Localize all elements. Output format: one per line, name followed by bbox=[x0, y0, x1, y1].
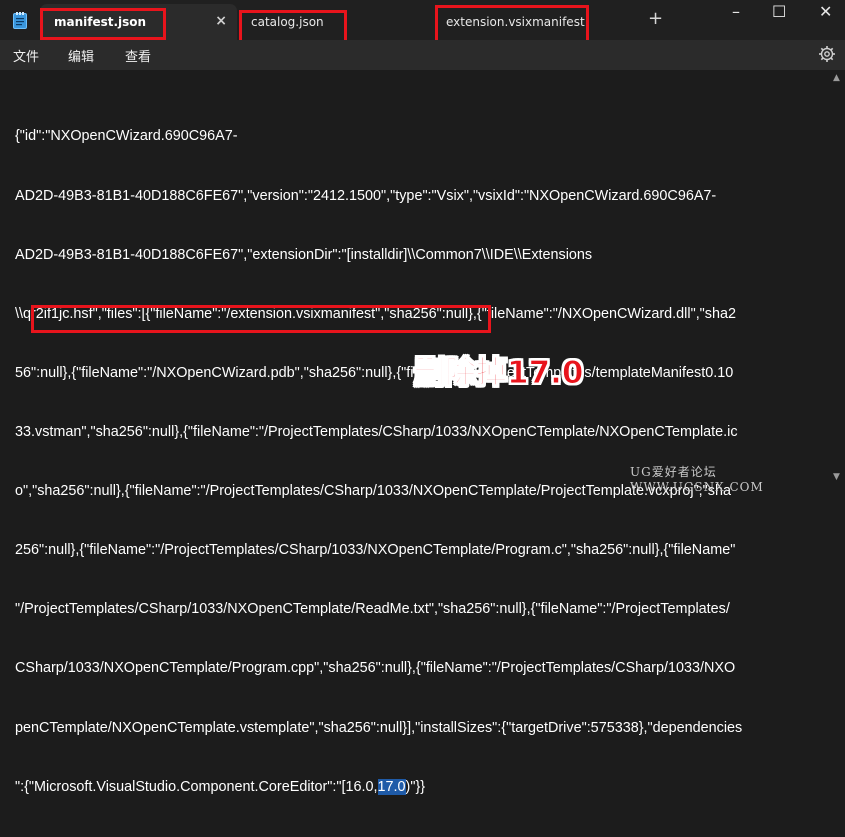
editor-line: {"id":"NXOpenCWizard.690C96A7- bbox=[15, 128, 238, 145]
vertical-scrollbar[interactable]: ▲ ▼ bbox=[831, 70, 845, 487]
gear-icon[interactable] bbox=[818, 45, 836, 63]
menu-edit[interactable]: 编辑 bbox=[68, 46, 94, 65]
selected-version-text: 17.0 bbox=[377, 778, 406, 795]
text-editor[interactable]: {"id":"NXOpenCWizard.690C96A7- AD2D-49B3… bbox=[0, 70, 831, 795]
annotation-box-dependency bbox=[31, 305, 491, 333]
dependency-text: ":{"Microsoft.VisualStudio.Component.Cor… bbox=[15, 778, 378, 795]
annotation-box-catalog-tab bbox=[239, 10, 347, 43]
editor-line: CSharp/1033/NXOpenCTemplate/Program.cpp"… bbox=[15, 660, 736, 677]
annotation-text: 删除掉17.0 bbox=[414, 355, 584, 392]
editor-line-dependency: ":{"Microsoft.VisualStudio.Component.Cor… bbox=[15, 778, 835, 798]
watermark: UG爱好者论坛 WWW.UGSNX.COM bbox=[630, 465, 764, 494]
menu-view[interactable]: 查看 bbox=[125, 46, 151, 65]
menu-file[interactable]: 文件 bbox=[13, 46, 39, 65]
editor-line: "/ProjectTemplates/CSharp/1033/NXOpenCTe… bbox=[15, 601, 730, 618]
close-window-icon[interactable]: ✕ bbox=[819, 2, 832, 21]
close-icon[interactable]: × bbox=[215, 13, 227, 29]
maximize-icon[interactable]: ☐ bbox=[772, 2, 786, 21]
editor-line: AD2D-49B3-81B1-40D188C6FE67","version":"… bbox=[15, 187, 717, 204]
menu-bar: 文件 编辑 查看 bbox=[0, 40, 845, 70]
editor-line: 33.vstman","sha256":null},{"fileName":"/… bbox=[15, 423, 738, 440]
editor-line: penCTemplate/NXOpenCTemplate.vstemplate"… bbox=[15, 719, 743, 736]
minimize-icon[interactable]: – bbox=[732, 2, 740, 21]
editor-line: AD2D-49B3-81B1-40D188C6FE67","extensionD… bbox=[15, 246, 593, 263]
scroll-up-icon[interactable]: ▲ bbox=[833, 73, 840, 83]
annotation-box-manifest-tab bbox=[40, 8, 166, 40]
notepad-icon bbox=[13, 12, 27, 29]
dependency-text-end: )"}} bbox=[405, 778, 426, 795]
editor-line: 256":null},{"fileName":"/ProjectTemplate… bbox=[15, 542, 736, 559]
new-tab-icon[interactable]: + bbox=[648, 8, 663, 29]
